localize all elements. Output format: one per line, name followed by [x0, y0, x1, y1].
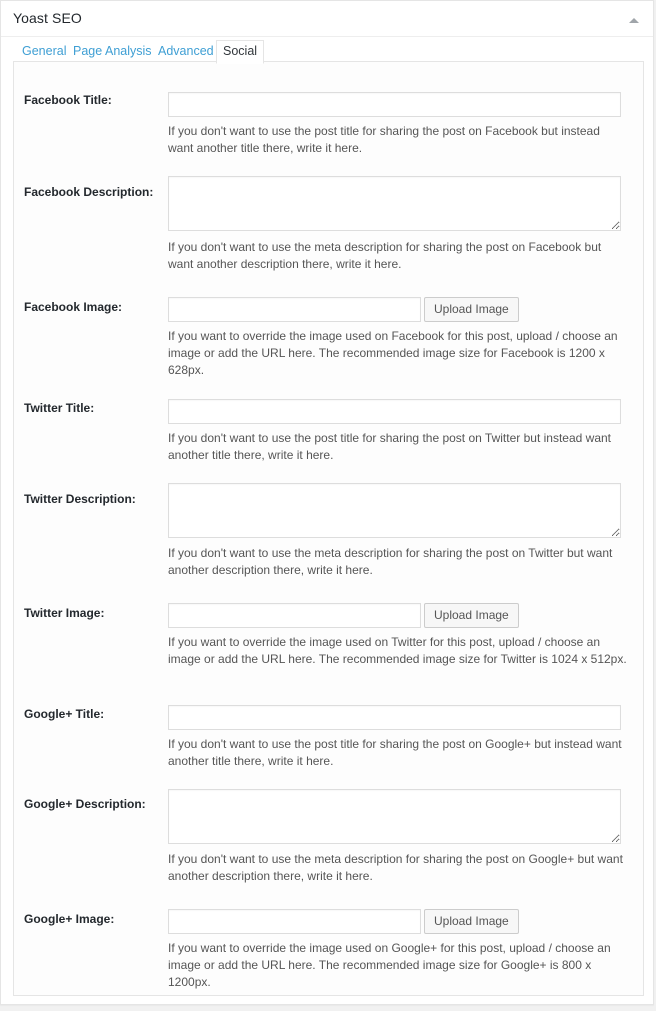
tab-social[interactable]: Social: [216, 40, 265, 64]
help-text-googleplus-image: If you want to override the image used o…: [168, 941, 611, 989]
metabox-header: Yoast SEO: [1, 1, 653, 37]
input-googleplus-image[interactable]: [168, 909, 421, 934]
control-group-twitter-title: [168, 399, 623, 424]
label-facebook-title: Facebook Title:: [24, 93, 112, 107]
help-text-googleplus-description: If you don't want to use the meta descri…: [168, 852, 623, 883]
label-twitter-title: Twitter Title:: [24, 401, 95, 415]
control-group-facebook-description: [168, 176, 623, 231]
caret-up-glyph: [629, 18, 639, 23]
label-googleplus-image: Google+ Image:: [24, 912, 115, 926]
label-facebook-description: Facebook Description:: [24, 185, 154, 199]
upload-image-button-twitter-image[interactable]: Upload Image: [424, 603, 519, 628]
tab-bar: General Page Analysis Advanced Social: [1, 37, 653, 64]
page-title: Yoast SEO: [13, 10, 82, 26]
upload-image-button-facebook-image[interactable]: Upload Image: [424, 297, 519, 322]
help-text-facebook-title: If you don't want to use the post title …: [168, 124, 600, 155]
help-text-twitter-image: If you want to override the image used o…: [168, 635, 627, 666]
control-group-googleplus-image: Upload Image: [168, 909, 623, 934]
label-twitter-description: Twitter Description:: [24, 492, 136, 506]
help-text-facebook-description: If you don't want to use the meta descri…: [168, 240, 602, 271]
input-twitter-image[interactable]: [168, 603, 421, 628]
label-googleplus-title: Google+ Title:: [24, 707, 105, 721]
input-facebook-description[interactable]: [168, 176, 621, 231]
input-facebook-image[interactable]: [168, 297, 421, 322]
input-facebook-title[interactable]: [168, 92, 621, 117]
control-group-facebook-image: Upload Image: [168, 297, 623, 322]
tab-general[interactable]: General: [15, 40, 73, 63]
label-facebook-image: Facebook Image:: [24, 300, 123, 314]
control-group-twitter-description: [168, 483, 623, 538]
social-tab-panel: Facebook Title: If you don't want to use …: [13, 61, 644, 996]
control-group-googleplus-description: [168, 789, 623, 844]
help-text-googleplus-title: If you don't want to use the post title …: [168, 737, 622, 768]
control-group-twitter-image: Upload Image: [168, 603, 623, 628]
caret-up-icon[interactable]: [627, 13, 641, 27]
label-twitter-image: Twitter Image:: [24, 606, 105, 620]
control-group-facebook-title: [168, 92, 623, 117]
upload-image-button-googleplus-image[interactable]: Upload Image: [424, 909, 519, 934]
control-group-googleplus-title: [168, 705, 623, 730]
help-text-facebook-image: If you want to override the image used o…: [168, 329, 618, 377]
input-twitter-title[interactable]: [168, 399, 621, 424]
help-text-twitter-description: If you don't want to use the meta descri…: [168, 546, 613, 577]
input-googleplus-description[interactable]: [168, 789, 621, 844]
input-googleplus-title[interactable]: [168, 705, 621, 730]
input-twitter-description[interactable]: [168, 483, 621, 538]
tab-page-analysis[interactable]: Page Analysis: [66, 40, 159, 63]
label-googleplus-description: Google+ Description:: [24, 797, 146, 811]
tab-advanced[interactable]: Advanced: [151, 40, 221, 63]
yoast-seo-metabox: Yoast SEO General Page Analysis Advanced So…: [0, 0, 654, 1005]
help-text-twitter-title: If you don't want to use the post title …: [168, 431, 611, 462]
